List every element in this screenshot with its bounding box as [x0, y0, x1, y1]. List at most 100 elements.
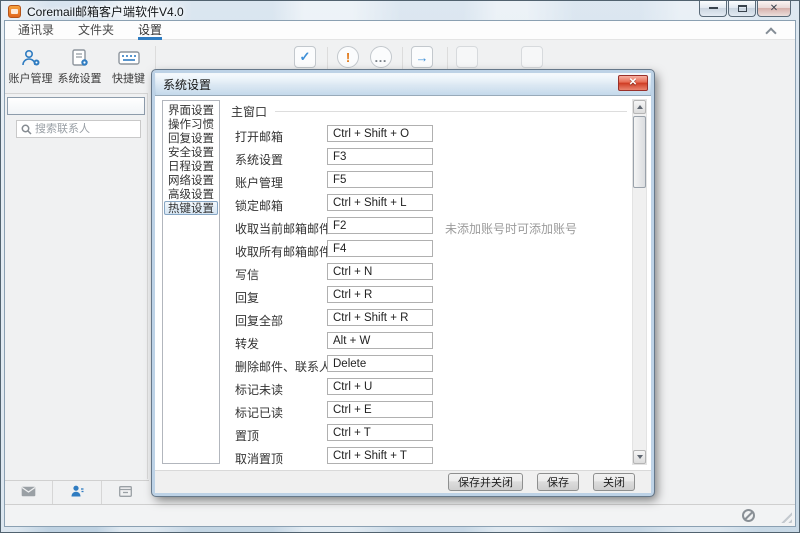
window-titlebar[interactable]: Coremail邮箱客户端软件V4.0 ✕ — [1, 1, 799, 20]
save-button[interactable]: 保存 — [537, 473, 579, 491]
toolbar-item-account-management[interactable]: 账户管理 — [7, 48, 54, 86]
hotkey-row: 转发 — [231, 330, 627, 353]
settings-nav-item[interactable]: 界面设置 — [164, 103, 218, 117]
tab[interactable]: 设置 — [127, 21, 173, 40]
maximize-icon — [738, 5, 747, 12]
settings-nav-item[interactable]: 网络设置 — [164, 173, 218, 187]
offline-icon — [742, 509, 755, 522]
hotkey-input[interactable] — [327, 332, 433, 349]
settings-nav-item[interactable]: 操作习惯 — [164, 117, 218, 131]
toolbar-item-shortcuts[interactable]: 快捷键 — [105, 48, 152, 86]
hotkey-input[interactable] — [327, 194, 433, 211]
unknown-icon — [521, 46, 543, 68]
close-button[interactable]: ✕ — [757, 1, 791, 17]
hotkey-label: 标记未读 — [235, 381, 283, 398]
bottom-nav-bar — [5, 480, 149, 504]
hotkey-label: 转发 — [235, 335, 259, 352]
hotkey-input[interactable] — [327, 378, 433, 395]
resize-grip[interactable] — [781, 512, 792, 523]
maximize-button[interactable] — [728, 1, 756, 17]
hotkey-label: 取消置顶 — [235, 450, 283, 467]
hotkey-rows: 打开邮箱 系统设置 账户管理 — [231, 123, 627, 468]
hotkey-input[interactable] — [327, 447, 433, 464]
section-header: 主窗口 — [231, 103, 627, 120]
minimize-button[interactable] — [699, 1, 727, 17]
hotkey-input[interactable] — [327, 240, 433, 257]
dialog-body: 界面设置操作习惯回复设置安全设置日程设置网络设置高级设置热键设置 主窗口 打开邮… — [155, 95, 651, 470]
dialog-footer: 保存并关闭 保存 关闭 — [155, 470, 651, 493]
settings-nav-item[interactable]: 高级设置 — [164, 187, 218, 201]
contact-search-box[interactable] — [16, 120, 141, 138]
app-logo-icon — [8, 5, 21, 18]
minimize-icon — [709, 6, 718, 9]
settings-nav-list: 界面设置操作习惯回复设置安全设置日程设置网络设置高级设置热键设置 — [162, 100, 220, 464]
hotkey-row: 置顶 — [231, 422, 627, 445]
tab[interactable]: 通讯录 — [7, 21, 65, 40]
tab-bar: 通讯录文件夹设置 — [5, 21, 795, 40]
status-bar — [5, 504, 795, 526]
hotkey-label: 删除邮件、联系人 — [235, 358, 331, 375]
hotkey-label: 回复全部 — [235, 312, 283, 329]
hotkey-row: 标记已读 — [231, 399, 627, 422]
hotkey-row: 打开邮箱 — [231, 123, 627, 146]
dialog-scrollbar[interactable] — [632, 99, 647, 465]
hotkey-input[interactable] — [327, 401, 433, 418]
hotkey-row: 标记未读 — [231, 376, 627, 399]
hotkey-label: 锁定邮箱 — [235, 197, 283, 214]
hotkey-row: 回复全部 — [231, 307, 627, 330]
tab[interactable]: 文件夹 — [67, 21, 125, 40]
contacts-icon — [70, 485, 84, 500]
settings-nav-item[interactable]: 日程设置 — [164, 159, 218, 173]
hotkey-input[interactable] — [327, 263, 433, 280]
combobox-value[interactable] — [8, 98, 158, 114]
toolbar-item-system-settings[interactable]: 系统设置 — [56, 48, 103, 86]
unknown-icon — [456, 46, 478, 68]
keyboard-icon — [117, 48, 141, 68]
bottom-nav-contacts[interactable] — [53, 481, 101, 504]
hotkey-input[interactable] — [327, 148, 433, 165]
hotkey-input[interactable] — [327, 171, 433, 188]
dialog-titlebar[interactable]: 系统设置 ✕ — [155, 73, 651, 95]
hotkey-label: 置顶 — [235, 427, 259, 444]
hotkey-note: 未添加账号时可添加账号 — [445, 220, 577, 237]
hotkey-input[interactable] — [327, 424, 433, 441]
scroll-up-icon[interactable] — [633, 100, 646, 114]
hotkey-row: 账户管理 — [231, 169, 627, 192]
hotkey-row: 删除邮件、联系人 — [231, 353, 627, 376]
account-combobox[interactable] — [7, 97, 145, 115]
toolbar-item-label: 系统设置 — [58, 70, 102, 86]
hotkey-row: 取消置顶 — [231, 445, 627, 468]
contacts-sidebar — [5, 93, 148, 479]
scrollbar-thumb[interactable] — [633, 116, 646, 188]
toolbar-item-label: 账户管理 — [9, 70, 53, 86]
more-icon: … — [370, 46, 392, 68]
section-rule — [275, 111, 627, 112]
system-settings-dialog: 系统设置 ✕ 界面设置操作习惯回复设置安全设置日程设置网络设置高级设置热键设置 … — [152, 70, 654, 496]
hotkey-label: 回复 — [235, 289, 259, 306]
hotkey-label: 系统设置 — [235, 151, 283, 168]
close-dialog-button[interactable]: 关闭 — [593, 473, 635, 491]
hotkey-input[interactable] — [327, 309, 433, 326]
hotkey-label: 收取当前邮箱邮件 — [235, 220, 331, 237]
hotkey-input[interactable] — [327, 217, 433, 234]
settings-nav-item[interactable]: 回复设置 — [164, 131, 218, 145]
scroll-down-icon[interactable] — [633, 450, 646, 464]
save-and-close-button[interactable]: 保存并关闭 — [448, 473, 523, 491]
hotkey-input[interactable] — [327, 286, 433, 303]
hotkey-input[interactable] — [327, 355, 433, 372]
warning-icon: ! — [337, 46, 359, 68]
bottom-nav-calendar[interactable] — [102, 481, 149, 504]
hotkey-label: 标记已读 — [235, 404, 283, 421]
dialog-close-button[interactable]: ✕ — [618, 75, 648, 91]
close-icon: ✕ — [629, 77, 637, 88]
bottom-nav-mail[interactable] — [5, 481, 53, 504]
settings-nav-item[interactable]: 热键设置 — [164, 201, 218, 215]
collapse-toolbar-icon[interactable] — [765, 26, 777, 36]
hotkey-row: 收取所有邮箱邮件 — [231, 238, 627, 261]
hotkey-input[interactable] — [327, 125, 433, 142]
hotkey-label: 收取所有邮箱邮件 — [235, 243, 331, 260]
calendar-icon — [119, 485, 132, 500]
window-client-area: 通讯录文件夹设置 账户管理 系统设置 — [4, 20, 796, 527]
settings-nav-item[interactable]: 安全设置 — [164, 145, 218, 159]
search-input[interactable] — [35, 123, 136, 135]
